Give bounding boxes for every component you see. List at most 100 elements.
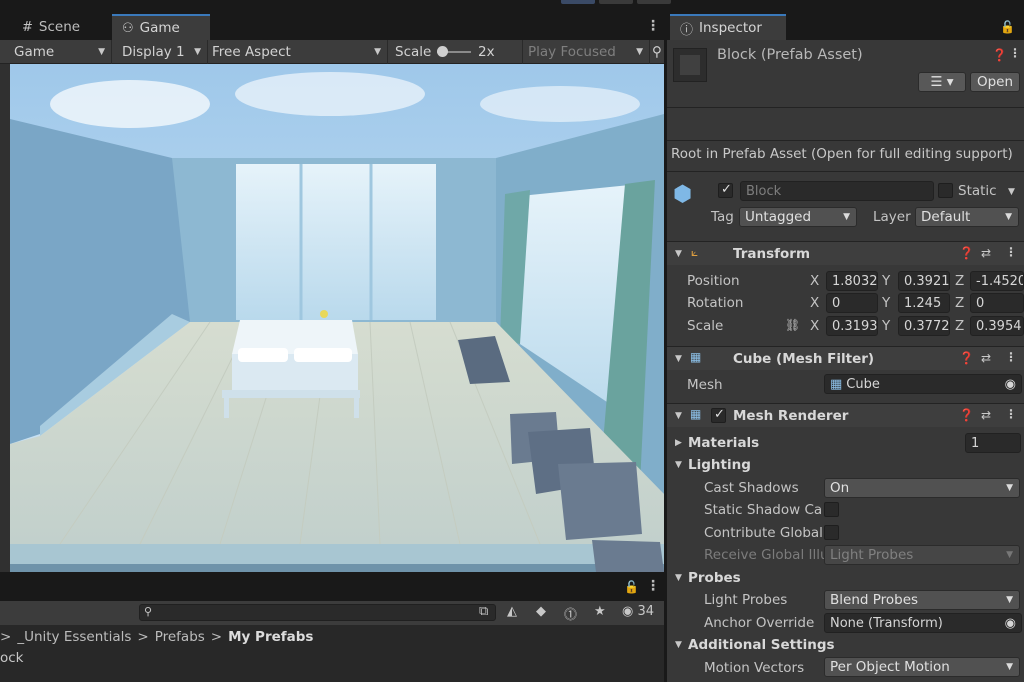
help-icon[interactable]: ❓ [959,246,974,260]
position-y-field[interactable]: 0.3921 [898,271,950,291]
play-mode-dropdown[interactable]: Play Focused ▼ [522,40,650,64]
aspect-dropdown[interactable]: Free Aspect ▼ [206,40,388,64]
toolbar-strip-button[interactable] [599,0,633,4]
active-checkbox[interactable] [718,182,733,198]
tag-dropdown[interactable]: Untagged ▼ [739,207,857,227]
display-label: Display 1 [122,44,185,60]
scale-x-field[interactable]: 0.3193 [826,316,878,336]
hidden-packages-toggle[interactable]: ◉ 34 [622,604,654,619]
additional-settings-label[interactable]: Additional Settings [688,637,835,653]
rotation-z-field[interactable]: 0 [970,293,1024,313]
collapse-triangle-icon[interactable]: ▼ [675,354,682,364]
display-dropdown[interactable]: Display 1 ▼ [116,40,208,64]
component-menu-icon[interactable]: ⋮ [1005,245,1017,259]
motion-vectors-dropdown[interactable]: Per Object Motion ▼ [824,657,1020,677]
component-menu-icon[interactable]: ⋮ [1005,350,1017,364]
help-icon[interactable]: ❓ [959,408,974,422]
tab-inspector[interactable]: ⓘ Inspector [670,14,786,40]
object-picker-icon[interactable]: ◉ [1005,377,1016,392]
mesh-renderer-component-header[interactable]: ▼ ▦ Mesh Renderer ❓ ⇄ ⋮ [667,403,1024,427]
collapse-triangle-icon[interactable]: ▼ [675,460,682,470]
layer-dropdown[interactable]: Default ▼ [915,207,1019,227]
scale-z-field[interactable]: 0.3954 [970,316,1024,336]
project-search-input[interactable]: ⚲ [139,604,496,621]
help-icon[interactable]: ❓ [992,48,1007,62]
mesh-filter-title: Cube (Mesh Filter) [733,351,875,367]
presets-icon[interactable]: ⇄ [981,408,991,422]
object-name-field[interactable]: Block [740,181,934,201]
collapse-triangle-icon[interactable]: ▼ [675,573,682,583]
materials-label[interactable]: Materials [688,435,759,451]
filter-by-label-icon[interactable]: ◆ [536,604,546,619]
cast-shadows-value: On [830,480,850,496]
object-picker-icon[interactable]: ◉ [1005,616,1016,631]
position-z-field[interactable]: -1.4520 [970,271,1024,291]
breadcrumb-separator: > [0,629,12,645]
breadcrumb-my-prefabs[interactable]: My Prefabs [228,629,313,645]
rotation-x-field[interactable]: 0 [826,293,878,313]
open-prefab-button[interactable]: Open [970,72,1020,92]
transform-component-header[interactable]: ▼ ⟀ Transform ❓ ⇄ ⋮ [667,241,1024,265]
asset-item-block[interactable]: ock [0,650,24,666]
cube-preview-icon [680,55,700,75]
contribute-gi-label: Contribute Global [704,525,823,541]
project-lock-icon[interactable]: 🔓 [624,580,639,594]
breadcrumb-prefabs[interactable]: Prefabs [155,629,205,645]
warning-filter-icon[interactable]: ⓵ [564,604,577,623]
layer-value: Default [921,209,971,225]
chevron-down-icon: ▼ [194,47,201,57]
search-by-type-icon[interactable]: ⧉ [479,604,488,619]
collapse-triangle-icon[interactable]: ▼ [675,640,682,650]
filter-by-type-icon[interactable]: ◭ [507,604,517,619]
static-dropdown-arrow-icon[interactable]: ▼ [1008,187,1015,197]
tab-scene[interactable]: # Scene [12,14,110,40]
position-x-field[interactable]: 1.8032 [826,271,878,291]
lighting-label[interactable]: Lighting [688,457,751,473]
inspector-menu-icon[interactable]: ⋮ [1009,46,1021,60]
receive-gi-dropdown[interactable]: Light Probes ▼ [824,545,1020,565]
presets-icon[interactable]: ⇄ [981,351,991,365]
axis-x-label: X [810,273,820,289]
toolbar-strip-button[interactable] [637,0,671,4]
mesh-filter-component-header[interactable]: ▼ ▦ Cube (Mesh Filter) ❓ ⇄ ⋮ [667,346,1024,370]
divider [667,140,1024,141]
stats-icon[interactable]: ⚲ [650,40,664,64]
motion-vectors-label: Motion Vectors [704,660,805,676]
game-viewport[interactable] [0,64,664,572]
anchor-override-field[interactable]: None (Transform) ◉ [824,613,1022,633]
prefab-root-note: Root in Prefab Asset (Open for full edit… [671,146,1013,162]
cast-shadows-dropdown[interactable]: On ▼ [824,478,1020,498]
prefab-options-dropdown[interactable]: ☰ ▾ [918,72,966,92]
toolbar-strip-button[interactable] [561,0,595,4]
project-menu-icon[interactable]: ⋮ [646,578,660,594]
light-probes-dropdown[interactable]: Blend Probes ▼ [824,590,1020,610]
hidden-count: 34 [637,604,655,619]
game-mode-dropdown[interactable]: Game ▼ [8,40,112,64]
help-icon[interactable]: ❓ [959,351,974,365]
mesh-object-field[interactable]: ▦ Cube ◉ [824,374,1022,394]
rotation-y-field[interactable]: 1.245 [898,293,950,313]
favorite-star-icon[interactable]: ★ [594,604,606,619]
component-menu-icon[interactable]: ⋮ [1005,407,1017,421]
tab-game[interactable]: ⚇ Game [112,14,210,40]
game-panel-menu-icon[interactable]: ⋮ [646,18,660,34]
gameobject-cube-icon[interactable]: ⬢ [673,182,692,207]
constrain-proportions-link-icon[interactable]: ⛓ [785,318,800,332]
probes-label[interactable]: Probes [688,570,741,586]
inspector-lock-icon[interactable]: 🔓 [1000,20,1015,34]
collapse-triangle-icon[interactable]: ▼ [675,411,682,421]
transform-axes-icon: ⟀ [691,245,699,259]
presets-icon[interactable]: ⇄ [981,246,991,260]
breadcrumb-separator: > [137,629,149,645]
breadcrumb-unity-essentials[interactable]: _Unity Essentials [17,629,131,645]
mesh-renderer-enabled-checkbox[interactable] [711,407,726,423]
static-checkbox[interactable] [938,183,953,198]
scale-y-field[interactable]: 0.3772 [898,316,950,336]
scale-slider-handle[interactable] [437,46,448,57]
expand-triangle-icon[interactable]: ▶ [675,438,682,448]
collapse-triangle-icon[interactable]: ▼ [675,249,682,259]
contribute-gi-checkbox[interactable] [824,525,839,540]
materials-count-field[interactable]: 1 [965,433,1021,453]
static-shadow-caster-checkbox[interactable] [824,502,839,517]
rotation-label: Rotation [687,295,744,311]
